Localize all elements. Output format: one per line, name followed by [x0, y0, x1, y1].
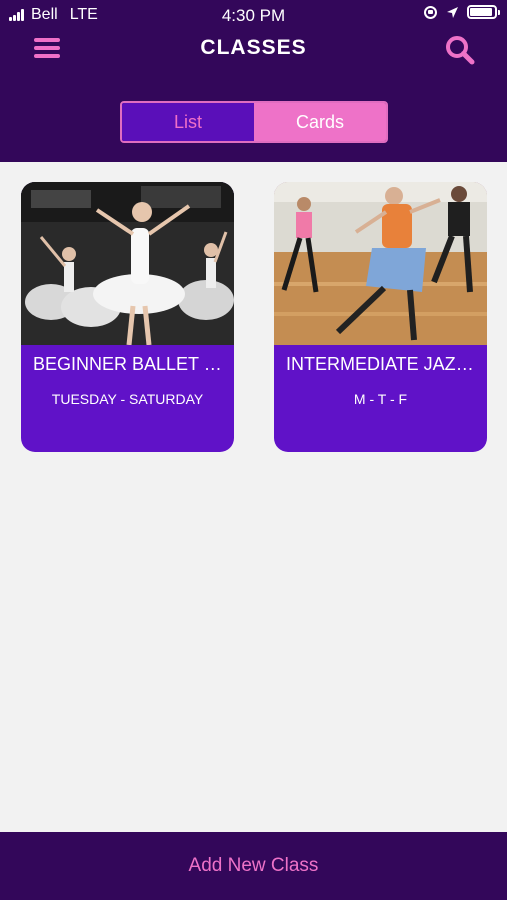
status-right [424, 5, 500, 19]
status-bar: Bell LTE 4:30 PM [0, 0, 507, 30]
class-schedule: TUESDAY - SATURDAY [51, 391, 204, 407]
class-card[interactable]: BEGINNER BALLET 8-… TUESDAY - SATURDAY [21, 182, 234, 452]
list-view-tab[interactable]: List [122, 103, 254, 141]
class-title: INTERMEDIATE JAZZ… [286, 354, 479, 374]
add-new-class-label: Add New Class [188, 855, 319, 876]
jazz-dance-photo [274, 182, 487, 345]
location-arrow-icon [447, 6, 458, 18]
rotation-lock-icon [424, 5, 437, 19]
class-title: BEGINNER BALLET 8-… [33, 354, 226, 374]
view-toggle: List Cards [120, 101, 388, 143]
ballet-photo [21, 182, 234, 345]
battery-icon [467, 5, 500, 19]
app-header: Bell LTE 4:30 PM CLASSES List Cards [0, 0, 507, 162]
add-new-class-button[interactable]: Add New Class [0, 832, 507, 900]
class-card[interactable]: INTERMEDIATE JAZZ… M - T - F [274, 182, 487, 452]
search-button[interactable] [444, 34, 476, 66]
page-title: CLASSES [200, 36, 307, 59]
class-schedule: M - T - F [353, 391, 408, 407]
cards-view-tab[interactable]: Cards [254, 103, 386, 141]
search-icon [446, 36, 475, 65]
